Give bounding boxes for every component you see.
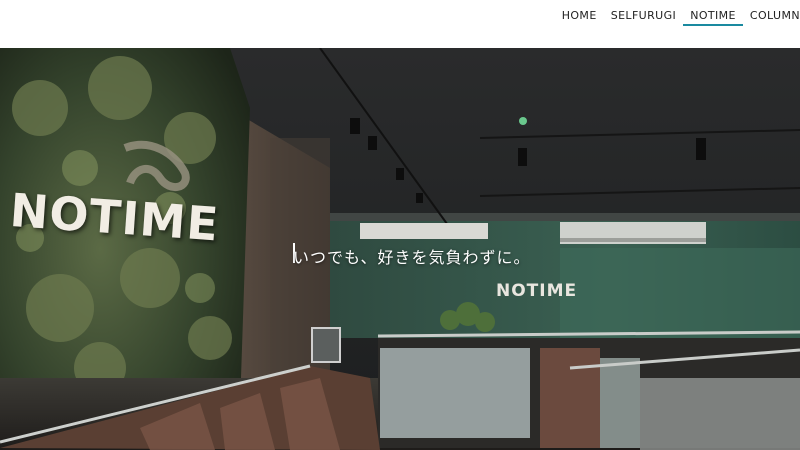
site-header: HOME SELFURUGI NOTIME COLUMN bbox=[0, 0, 800, 48]
nav-item-selfurugi[interactable]: SELFURUGI bbox=[604, 8, 684, 26]
main-nav: HOME SELFURUGI NOTIME COLUMN bbox=[555, 8, 800, 26]
nav-item-notime[interactable]: NOTIME bbox=[683, 8, 743, 26]
store-wall-sign: NOTIME bbox=[496, 281, 578, 301]
hero-section: NOTIME いつでも、好きを気負わずに。 NOTIME bbox=[0, 48, 800, 450]
nav-item-column[interactable]: COLUMN bbox=[743, 8, 800, 26]
hero-tagline: いつでも、好きを気負わずに。 bbox=[293, 248, 531, 267]
nav-item-home[interactable]: HOME bbox=[555, 8, 604, 26]
